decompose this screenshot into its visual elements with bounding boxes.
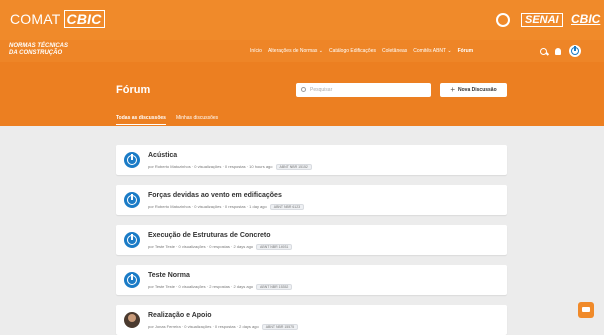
forum-hero: Fórum + Nova Discussão Todas as discussõ… [0,62,604,126]
discussion-item[interactable]: Acústica por Roberto Matozinhos · 0 visu… [116,145,507,175]
search-input[interactable] [310,83,425,97]
search-box [296,83,431,97]
search-icon [301,87,306,92]
discussion-meta: por Teste Teste · 0 visualizações · 2 re… [148,284,293,290]
bell-icon[interactable] [555,47,561,55]
main-navbar: NORMAS TÉCNICAS DA CONSTRUÇÃO Início Alt… [0,40,604,62]
discussion-meta: por Roberto Matozinhos · 0 visualizações… [148,204,305,210]
nav-link-comites[interactable]: Comitês ABNT ⌄ [413,47,451,57]
discussion-item[interactable]: Forças devidas ao vento em edificações p… [116,185,507,215]
norm-tag[interactable]: ABNT NBR 14931 [256,244,293,250]
plus-icon: + [450,85,456,94]
norm-tag[interactable]: ABNT NBR 15575 [261,324,299,330]
site-title[interactable]: NORMAS TÉCNICAS DA CONSTRUÇÃO [9,43,68,57]
norm-tag[interactable]: ABNT NBR 15352 [256,284,293,290]
cbic-logo[interactable]: CBIC [571,12,600,26]
comat-cbic-logo[interactable]: COMAT CBIC [10,10,105,28]
power-icon [124,192,140,208]
power-icon [124,232,140,248]
discussion-title[interactable]: Execução de Estruturas de Concreto [148,232,271,239]
discussion-title[interactable]: Realização e Apoio [148,312,212,319]
norm-tag[interactable]: ABNT NBR 15152 [275,164,312,170]
power-icon [124,272,140,288]
nav-links: Início Alterações de Normas ⌄ Catálogo E… [250,47,473,57]
discussion-item[interactable]: Realização e Apoio por Jonas Ferreira · … [116,305,507,335]
nav-link-forum[interactable]: Fórum [458,47,474,57]
user-avatar-icon[interactable] [569,45,581,57]
norm-tag[interactable]: ABNT NBR 6123 [269,204,305,210]
new-discussion-button[interactable]: + Nova Discussão [440,83,507,97]
discussion-item[interactable]: Execução de Estruturas de Concreto por T… [116,225,507,255]
nav-link-inicio[interactable]: Início [250,47,262,57]
user-photo [124,312,140,328]
discussion-meta: por Teste Teste · 0 visualizações · 0 re… [148,244,293,250]
seal-icon [496,13,510,27]
nav-link-alteracoes[interactable]: Alterações de Normas ⌄ [268,47,323,57]
discussion-title[interactable]: Acústica [148,152,177,159]
discussion-title[interactable]: Teste Norma [148,272,190,279]
discussion-meta: por Roberto Matozinhos · 0 visualizações… [148,164,312,170]
nav-actions [540,45,581,57]
discussion-meta: por Jonas Ferreira · 0 visualizações · 0… [148,324,299,330]
senai-logo[interactable]: SENAI [521,13,563,27]
tab-my-discussions[interactable]: Minhas discussões [176,114,218,124]
chat-icon[interactable] [578,302,594,318]
discussion-item[interactable]: Teste Norma por Teste Teste · 0 visualiz… [116,265,507,295]
forum-tabs: Todas as discussões Minhas discussões [116,114,218,125]
page-title: Fórum [116,84,151,96]
top-header: COMAT CBIC SENAI CBIC [0,0,604,40]
search-icon[interactable] [540,47,547,55]
nav-link-catalogo[interactable]: Catálogo Edificações [329,47,376,57]
nav-link-coletaneas[interactable]: Coletâneas [382,47,407,57]
discussion-title[interactable]: Forças devidas ao vento em edificações [148,192,282,199]
tab-all-discussions[interactable]: Todas as discussões [116,114,166,125]
power-icon [124,152,140,168]
